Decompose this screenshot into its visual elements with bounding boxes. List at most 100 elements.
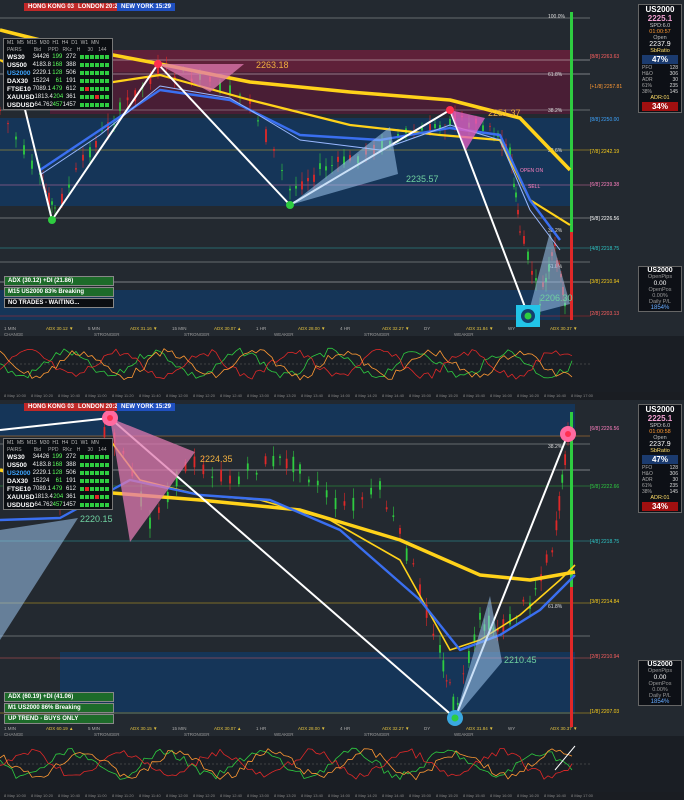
chart-pane-top[interactable]: [8/8] 2263.63 [+1/8] 2257.81 [8/8] 2250.00… [0,0,684,400]
timeframe-label: M1 [7,440,14,446]
candle-body [220,469,223,482]
adx-value: ADX 32.27 ▼ [382,726,410,731]
trend-bar [99,71,104,75]
date-tick: 8 May 13:00 [247,793,270,798]
candle-body [442,660,445,672]
date-tick: 8 May 14:20 [355,393,378,398]
timeframe-strip: 1 MIN ADX 60.19 ▲ 5 MIN ADX 30.15 ▼ 15 MIN AD… [0,726,590,740]
fib-label: 61.8% [548,604,563,610]
trade-status: UP TREND - BUYS ONLY [4,714,114,724]
trend-bar [99,79,104,83]
murrey-level-label: [2/8] 2203.13 [590,311,619,317]
column-header: 30 [87,447,94,453]
date-tick: 8 May 14:40 [382,793,405,798]
candle-body [405,548,408,561]
pips-title: US2000 [647,661,673,668]
trend-bar [80,103,84,107]
adx-readout: ADX (60.19) +DI (41.06) [4,692,114,702]
timeframe-name: 1 MIN [4,326,17,331]
candle-body [561,474,564,483]
timeframe-label: H4 [61,40,69,46]
daily-pl-value: 1854% [650,305,670,311]
symbol-info-panel: US2000 2225.1 SPD:6.0 01:00:58 Open 2237.9 SbR… [638,404,682,513]
trend-bar [80,503,84,507]
candle-body [0,109,1,111]
candle-body [281,170,283,172]
trend-bar [89,55,94,59]
current-price: 2225.1 [647,14,673,23]
chart-pane-bottom[interactable]: [6/8] 2226.56 [5/8] 2222.66 [4/8] 2218.75 [… [0,400,684,800]
date-tick: 8 May 13:20 [274,793,297,798]
trend-bar [89,95,94,99]
candle-body [265,129,267,143]
price-callout: 2224.35 [200,454,233,464]
stats-row: US2000 2229.1 128 506 [4,469,112,477]
trend-bar [79,479,84,483]
bid-value: 1813.4 [34,94,53,100]
trend-bar [89,471,94,475]
column-header: 144 [98,47,107,53]
candle-body [519,231,521,233]
candle-body [15,136,17,140]
timeframe-label: H1 [52,40,59,46]
trend-bars [79,63,109,67]
symbol-name: US500 [7,461,27,469]
adx-value: ADX 60.19 ▲ [46,726,74,731]
adx-value: ADX 30.15 ▼ [130,726,158,731]
price-callout: 2206.30 [540,293,573,303]
candle-body [301,181,303,190]
trend-bar-vertical [570,232,573,320]
rkz-value: 361 [65,494,76,500]
trend-bar [84,487,89,491]
murrey-level-label: [4/8] 2218.75 [590,539,619,545]
symbol-name: WS30 [7,53,25,61]
trend-bar [95,103,99,107]
timeframe-name: WY [508,326,516,331]
candle-body [385,507,388,510]
stats-row: USDUSD 64.762 457 1457 [4,101,112,109]
stats-row: FTSE10 7089.1 479 612 [4,485,112,493]
candle-body [307,177,309,182]
ratio-badge: 34% [642,502,678,511]
trend-bar [79,71,84,75]
date-tick: 8 May 10:20 [31,393,54,398]
candle-body [331,165,333,167]
trend-bar [94,463,99,467]
timeframe-name: 1 HR [256,726,267,731]
column-header: Bid [33,47,42,53]
candle-body [285,458,288,469]
signal-circle-icon [107,415,113,421]
date-tick: 8 May 14:00 [328,793,351,798]
candle-body [149,77,152,84]
ppd-value: 457 [52,102,63,108]
strength-label: STRONGER [184,732,210,737]
adx-value: ADX 30.12 ▼ [46,326,74,331]
trend-bar [85,103,89,107]
timeframe-name: 1 MIN [4,726,17,731]
candle-body [515,192,517,198]
trend-bar [104,487,109,491]
trend-bar [84,95,89,99]
symbol-title: US2000 [645,405,675,414]
candle-body [392,515,395,518]
candle-body [82,154,84,161]
symbol-name: WS30 [7,453,25,461]
stats-row: DAX30 15224 61 191 [4,477,112,485]
column-header: PPD [48,447,59,453]
candle-body [299,464,301,474]
murrey-level-label: [8/8] 2263.63 [590,54,619,60]
bid-value: 34426 [32,54,50,60]
adx-value: ADX 30.37 ▼ [550,726,578,731]
timeframe-name: 15 MIN [172,326,187,331]
murrey-level-label: [1/8] 2207.03 [590,709,619,715]
symbol-name: FTSE10 [7,485,31,493]
candle-body [149,517,151,529]
candle-body [370,487,373,495]
stats-row: XAUUSD 1813.4 204 361 [4,493,112,501]
rkz-value: 272 [65,54,76,60]
candle-body [54,207,56,209]
timeframe-name: 4 HR [340,326,351,331]
candle-body [449,682,451,684]
candle-body [452,696,455,711]
signal-circle-icon [48,216,56,224]
